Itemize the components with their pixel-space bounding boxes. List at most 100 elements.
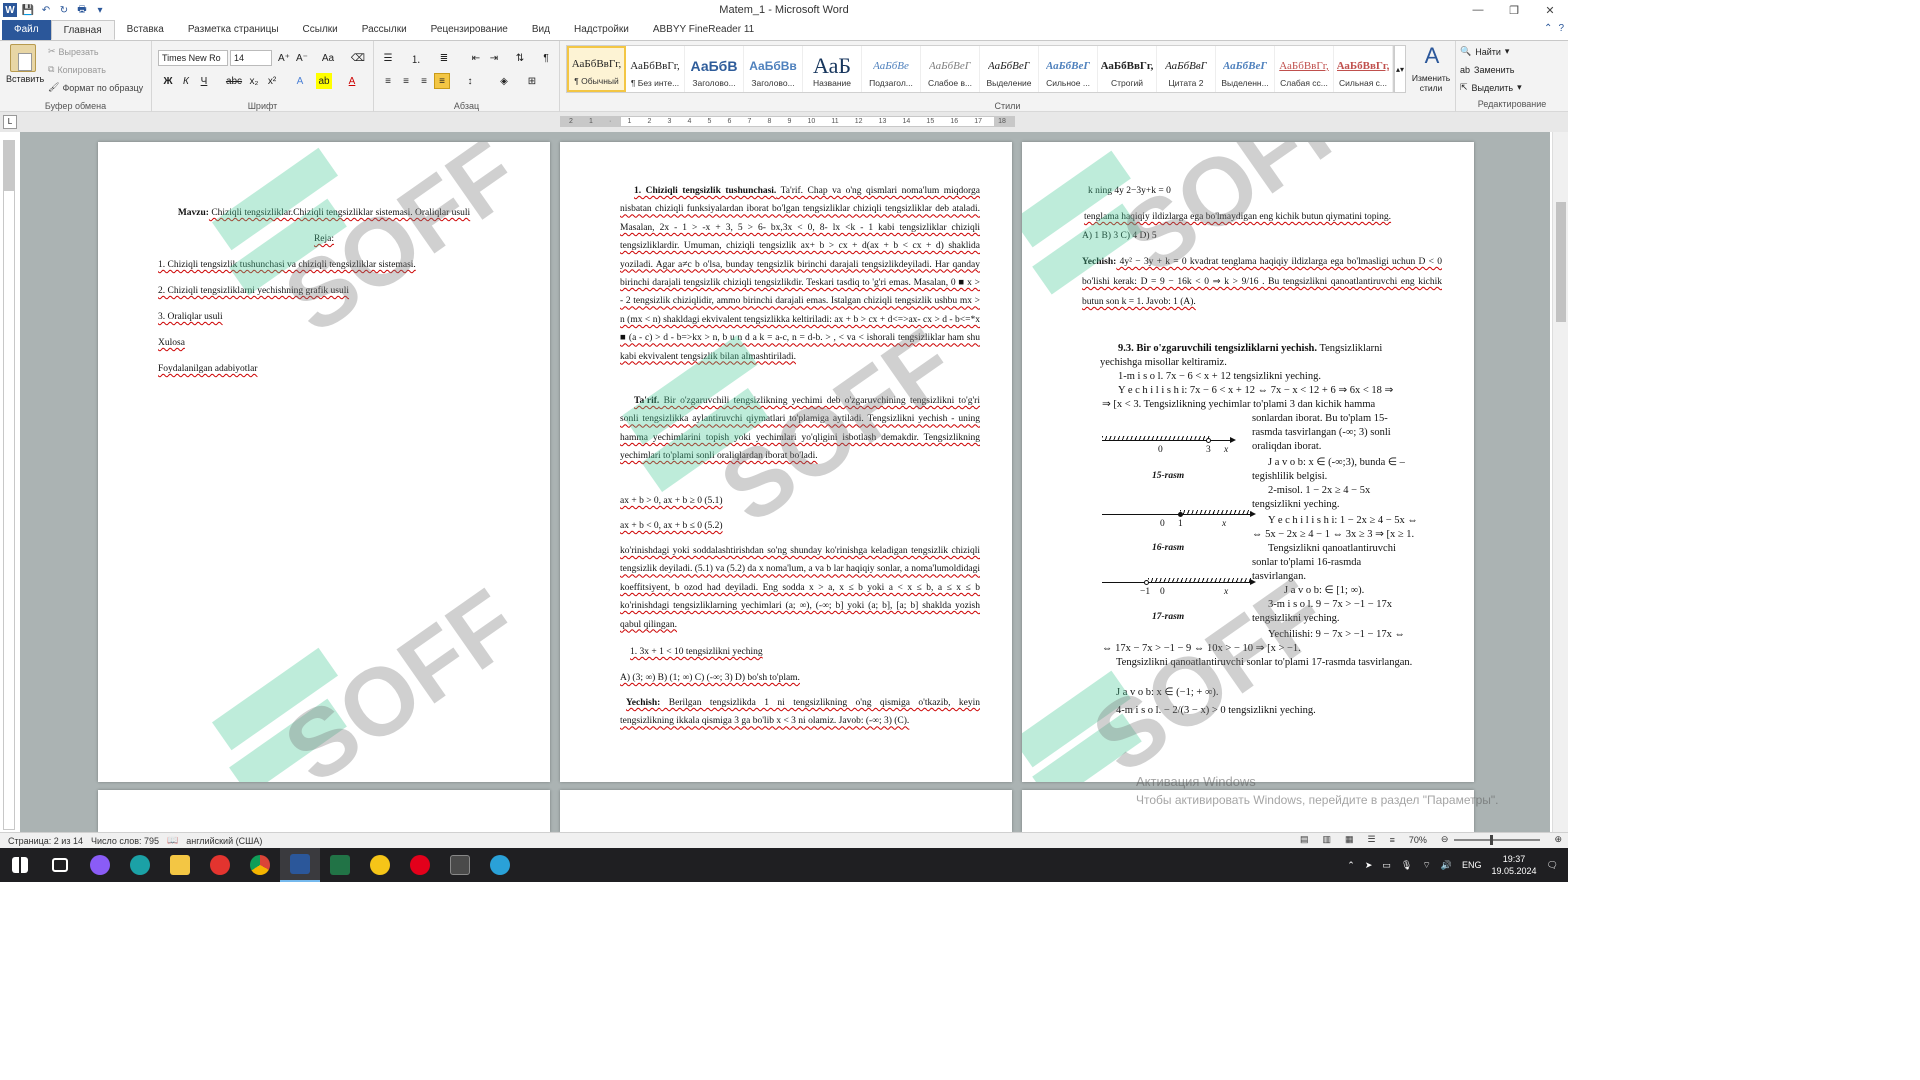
vertical-ruler[interactable]: [3, 140, 15, 830]
clock[interactable]: 19:37 19.05.2024: [1492, 853, 1537, 877]
style-normal[interactable]: АаБбВвГг, ¶ Обычный: [567, 46, 626, 92]
save-icon[interactable]: 💾: [21, 3, 35, 17]
bullets-icon[interactable]: ☰: [380, 50, 396, 66]
customize-qat-icon[interactable]: ▾: [93, 3, 107, 17]
bold-icon[interactable]: Ж: [160, 73, 176, 89]
outline-icon[interactable]: ☰: [1368, 834, 1376, 845]
style-strong[interactable]: АаБбВвГг, Строгий: [1098, 46, 1157, 92]
tab-review[interactable]: Рецензирование: [419, 20, 520, 40]
tab-file[interactable]: Файл: [2, 20, 51, 40]
input-language[interactable]: ENG: [1462, 860, 1482, 870]
minimize-button[interactable]: —: [1460, 0, 1496, 20]
tray-expand-icon[interactable]: ⌃: [1347, 860, 1355, 871]
styles-scroll-icon[interactable]: ▴▾: [1394, 45, 1406, 93]
zoom-out-icon[interactable]: ⊖: [1441, 834, 1449, 845]
paste-button[interactable]: Вставить: [6, 44, 44, 84]
word-taskbar-icon[interactable]: [280, 848, 320, 882]
close-button[interactable]: ✕: [1532, 0, 1568, 20]
justify-icon[interactable]: ≡: [434, 73, 450, 89]
align-center-icon[interactable]: ≡: [398, 73, 414, 89]
style-heading-2[interactable]: АаБбВв Заголово...: [744, 46, 803, 92]
start-icon[interactable]: [0, 848, 40, 882]
redo-icon[interactable]: ↻: [57, 3, 71, 17]
tab-selector[interactable]: L: [3, 115, 17, 129]
highlight-icon[interactable]: ab: [316, 73, 332, 89]
scrollbar-thumb[interactable]: [1556, 202, 1566, 322]
tab-mailings[interactable]: Рассылки: [350, 20, 419, 40]
style-title[interactable]: АаБ Название: [803, 46, 862, 92]
pilcrow-icon[interactable]: ¶: [538, 50, 554, 66]
file-explorer-icon[interactable]: [160, 848, 200, 882]
help-icon[interactable]: ?: [1558, 23, 1564, 34]
full-screen-icon[interactable]: ▥: [1323, 834, 1332, 845]
notifications-icon[interactable]: 🗨: [1547, 860, 1558, 871]
numbering-icon[interactable]: ⒈: [408, 50, 424, 66]
style-intense-reference[interactable]: АаБбВвГг, Сильная с...: [1334, 46, 1393, 92]
font-size-select[interactable]: 14: [230, 50, 272, 66]
format-painter-button[interactable]: 🖌 Формат по образцу: [48, 81, 143, 94]
document-page-5[interactable]: [560, 790, 1012, 832]
clear-format-icon[interactable]: ⌫: [350, 50, 366, 66]
ribbon-collapse-icon[interactable]: ⌃: [1544, 23, 1552, 34]
select-button[interactable]: ⇱ Выделить ▾: [1460, 81, 1522, 94]
increase-indent-icon[interactable]: ⇥: [486, 50, 502, 66]
print-layout-icon[interactable]: ▤: [1300, 834, 1309, 845]
tab-addins[interactable]: Надстройки: [562, 20, 641, 40]
grow-font-icon[interactable]: A⁺: [276, 50, 292, 66]
style-intense-quote[interactable]: АаБбВеГ Выделенн...: [1216, 46, 1275, 92]
tab-references[interactable]: Ссылки: [291, 20, 350, 40]
align-left-icon[interactable]: ≡: [380, 73, 396, 89]
strikethrough-icon[interactable]: abc: [226, 73, 242, 89]
tab-page-layout[interactable]: Разметка страницы: [176, 20, 291, 40]
tab-home[interactable]: Главная: [50, 20, 115, 40]
change-styles-label[interactable]: Изменить стили: [1408, 73, 1454, 93]
app-icon-purple[interactable]: [80, 848, 120, 882]
shading-icon[interactable]: ◈: [496, 73, 512, 89]
underline-icon[interactable]: Ч: [196, 73, 212, 89]
text-effects-icon[interactable]: A: [292, 73, 308, 89]
page-count[interactable]: Страница: 2 из 14: [8, 836, 83, 846]
style-subtle-reference[interactable]: АаБбВвГг, Слабая сс...: [1275, 46, 1334, 92]
italic-icon[interactable]: К: [178, 73, 194, 89]
zoom-slider[interactable]: [1454, 834, 1541, 845]
word-count[interactable]: Число слов: 795: [91, 836, 159, 846]
superscript-icon[interactable]: x²: [264, 73, 280, 89]
telegram-icon[interactable]: [480, 848, 520, 882]
task-view-icon[interactable]: [40, 848, 80, 882]
web-layout-icon[interactable]: ▦: [1345, 834, 1354, 845]
yandex-browser-icon[interactable]: [200, 848, 240, 882]
volume-icon[interactable]: 🔊: [1441, 860, 1452, 871]
zoom-level[interactable]: 70%: [1409, 835, 1427, 845]
horizontal-ruler[interactable]: 2 1 · 1 2 3 4 5 6 7 8 9 10 11 12 13 14 15 16 17 18: [560, 116, 1015, 127]
tab-insert[interactable]: Вставка: [115, 20, 176, 40]
calculator-icon[interactable]: [440, 848, 480, 882]
document-page-4[interactable]: [98, 790, 550, 832]
wifi-icon[interactable]: ⌔: [1422, 860, 1430, 871]
shrink-font-icon[interactable]: A⁻: [294, 50, 310, 66]
restore-button[interactable]: ❐: [1496, 0, 1532, 20]
font-color-icon[interactable]: A: [344, 73, 360, 89]
style-emphasis[interactable]: АаБбВеГ Выделение: [980, 46, 1039, 92]
network-icon[interactable]: ▭: [1382, 860, 1391, 871]
document-page-3[interactable]: k ning 4y 2−3y+k = 0 tenglama haqiqiy il…: [1022, 142, 1474, 782]
chrome-icon[interactable]: [240, 848, 280, 882]
borders-icon[interactable]: ⊞: [524, 73, 540, 89]
style-heading-1[interactable]: АаБбВ Заголово...: [685, 46, 744, 92]
decrease-indent-icon[interactable]: ⇤: [468, 50, 484, 66]
cut-button[interactable]: ✂ Вырезать: [48, 45, 143, 58]
line-spacing-icon[interactable]: ↕: [462, 73, 478, 89]
microphone-icon[interactable]: 🎙: [1401, 860, 1412, 871]
style-subtitle[interactable]: АаБбВе Подзагол...: [862, 46, 921, 92]
font-name-select[interactable]: Times New Ro: [158, 50, 228, 66]
app-icon-yellow[interactable]: [360, 848, 400, 882]
language[interactable]: английский (США): [186, 836, 262, 846]
telegram-tray-icon[interactable]: ➤: [1365, 860, 1373, 871]
style-quote-2[interactable]: АаБбВвГ Цитата 2: [1157, 46, 1216, 92]
print-preview-icon[interactable]: 🖶: [75, 3, 89, 17]
document-page-2[interactable]: 1. Chiziqli tengsizlik tushunchasi. Ta'r…: [560, 142, 1012, 782]
replace-button[interactable]: ab Заменить: [1460, 63, 1522, 76]
word-logo-icon[interactable]: W: [3, 3, 17, 17]
zoom-in-icon[interactable]: ⊕: [1554, 834, 1562, 845]
multilevel-list-icon[interactable]: ≣: [436, 50, 452, 66]
tab-abbyy[interactable]: ABBYY FineReader 11: [641, 20, 766, 40]
